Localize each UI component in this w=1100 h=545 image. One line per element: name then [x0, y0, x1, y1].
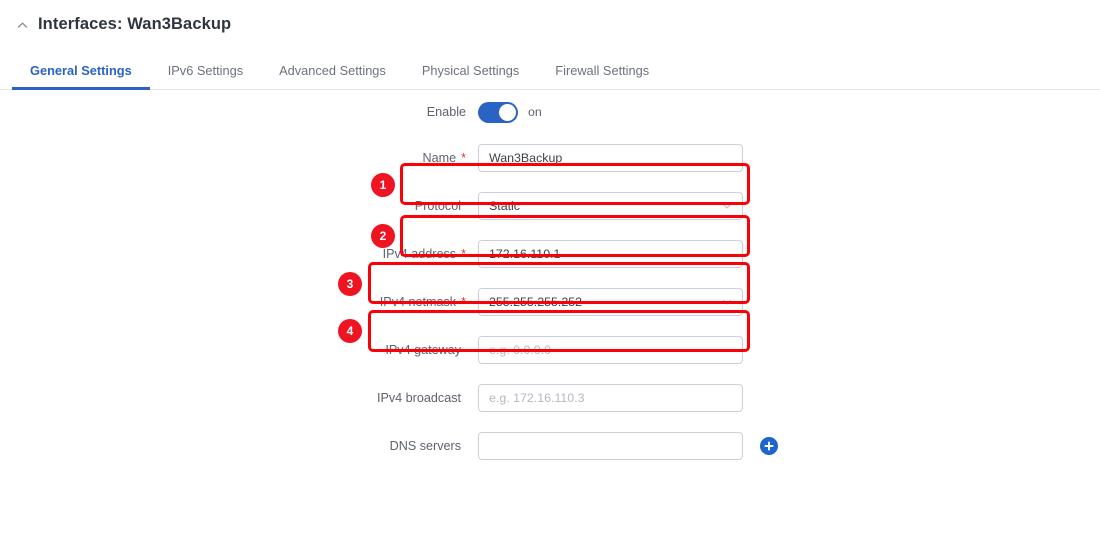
ipv4-gateway-input[interactable] [478, 336, 743, 364]
dns-servers-label: DNS servers [0, 439, 466, 453]
chevron-down-icon [721, 296, 733, 308]
ipv4-address-input[interactable] [478, 240, 743, 268]
ipv4-gateway-label: IPv4 gateway [0, 343, 466, 357]
ipv4-address-label-text: IPv4 address [383, 247, 457, 261]
protocol-label-text: Protocol [415, 199, 461, 213]
name-input[interactable] [478, 144, 743, 172]
ipv4-netmask-label-text: IPv4 netmask [380, 295, 456, 309]
ipv4-netmask-select[interactable]: 255.255.255.252 [478, 288, 743, 316]
name-required-asterisk: * [461, 151, 466, 165]
form-row-ipv4-gateway: IPv4 gateway [0, 326, 1100, 374]
tab-bar: General Settings IPv6 Settings Advanced … [0, 52, 1100, 90]
ipv4-netmask-label: IPv4 netmask * [0, 295, 466, 309]
ipv4-address-required-asterisk: * [461, 247, 466, 261]
dns-servers-input[interactable] [478, 432, 743, 460]
form-row-name: Name * [0, 134, 1100, 182]
ipv4-broadcast-label-text: IPv4 broadcast [377, 391, 461, 405]
chevron-up-icon[interactable] [14, 17, 30, 33]
ipv4-netmask-required-asterisk: * [461, 295, 466, 309]
enable-control: on [478, 102, 542, 123]
ipv4-gateway-control [478, 336, 743, 364]
protocol-selected-value: Static [489, 199, 520, 213]
name-label: Name * [0, 151, 466, 165]
ipv4-netmask-control: 255.255.255.252 [478, 288, 743, 316]
ipv4-gateway-label-text: IPv4 gateway [385, 343, 461, 357]
tab-ipv6-settings[interactable]: IPv6 Settings [150, 52, 261, 89]
ipv4-broadcast-label: IPv4 broadcast [0, 391, 466, 405]
ipv4-broadcast-control [478, 384, 743, 412]
dns-servers-control [478, 432, 743, 460]
form-row-ipv4-broadcast: IPv4 broadcast [0, 374, 1100, 422]
tab-advanced-settings[interactable]: Advanced Settings [261, 52, 404, 89]
interface-settings-page: Interfaces: Wan3Backup General Settings … [0, 0, 1100, 545]
form-row-protocol: Protocol Static [0, 182, 1100, 230]
ipv4-netmask-selected-value: 255.255.255.252 [489, 295, 582, 309]
plus-circle-icon[interactable] [760, 437, 778, 455]
form-row-dns-servers: DNS servers [0, 422, 1100, 470]
form-row-enable: Enable on [0, 90, 1100, 134]
form-row-ipv4-address: IPv4 address * [0, 230, 1100, 278]
toggle-knob [499, 104, 516, 121]
ipv4-address-control [478, 240, 743, 268]
enable-state-label: on [528, 105, 542, 119]
tab-physical-settings[interactable]: Physical Settings [404, 52, 537, 89]
panel-header: Interfaces: Wan3Backup [0, 0, 1100, 48]
name-control [478, 144, 743, 172]
ipv4-address-label: IPv4 address * [0, 247, 466, 261]
chevron-down-icon [721, 200, 733, 212]
general-settings-form: Enable on Name * Protocol [0, 90, 1100, 470]
name-label-text: Name [423, 151, 457, 165]
enable-toggle[interactable] [478, 102, 518, 123]
tab-firewall-settings[interactable]: Firewall Settings [537, 52, 667, 89]
page-title: Interfaces: Wan3Backup [38, 15, 231, 34]
protocol-label: Protocol [0, 199, 466, 213]
protocol-select[interactable]: Static [478, 192, 743, 220]
ipv4-broadcast-input[interactable] [478, 384, 743, 412]
protocol-control: Static [478, 192, 743, 220]
dns-servers-label-text: DNS servers [390, 439, 461, 453]
enable-label: Enable [0, 105, 466, 119]
tab-general-settings[interactable]: General Settings [12, 52, 150, 89]
form-row-ipv4-netmask: IPv4 netmask * 255.255.255.252 [0, 278, 1100, 326]
